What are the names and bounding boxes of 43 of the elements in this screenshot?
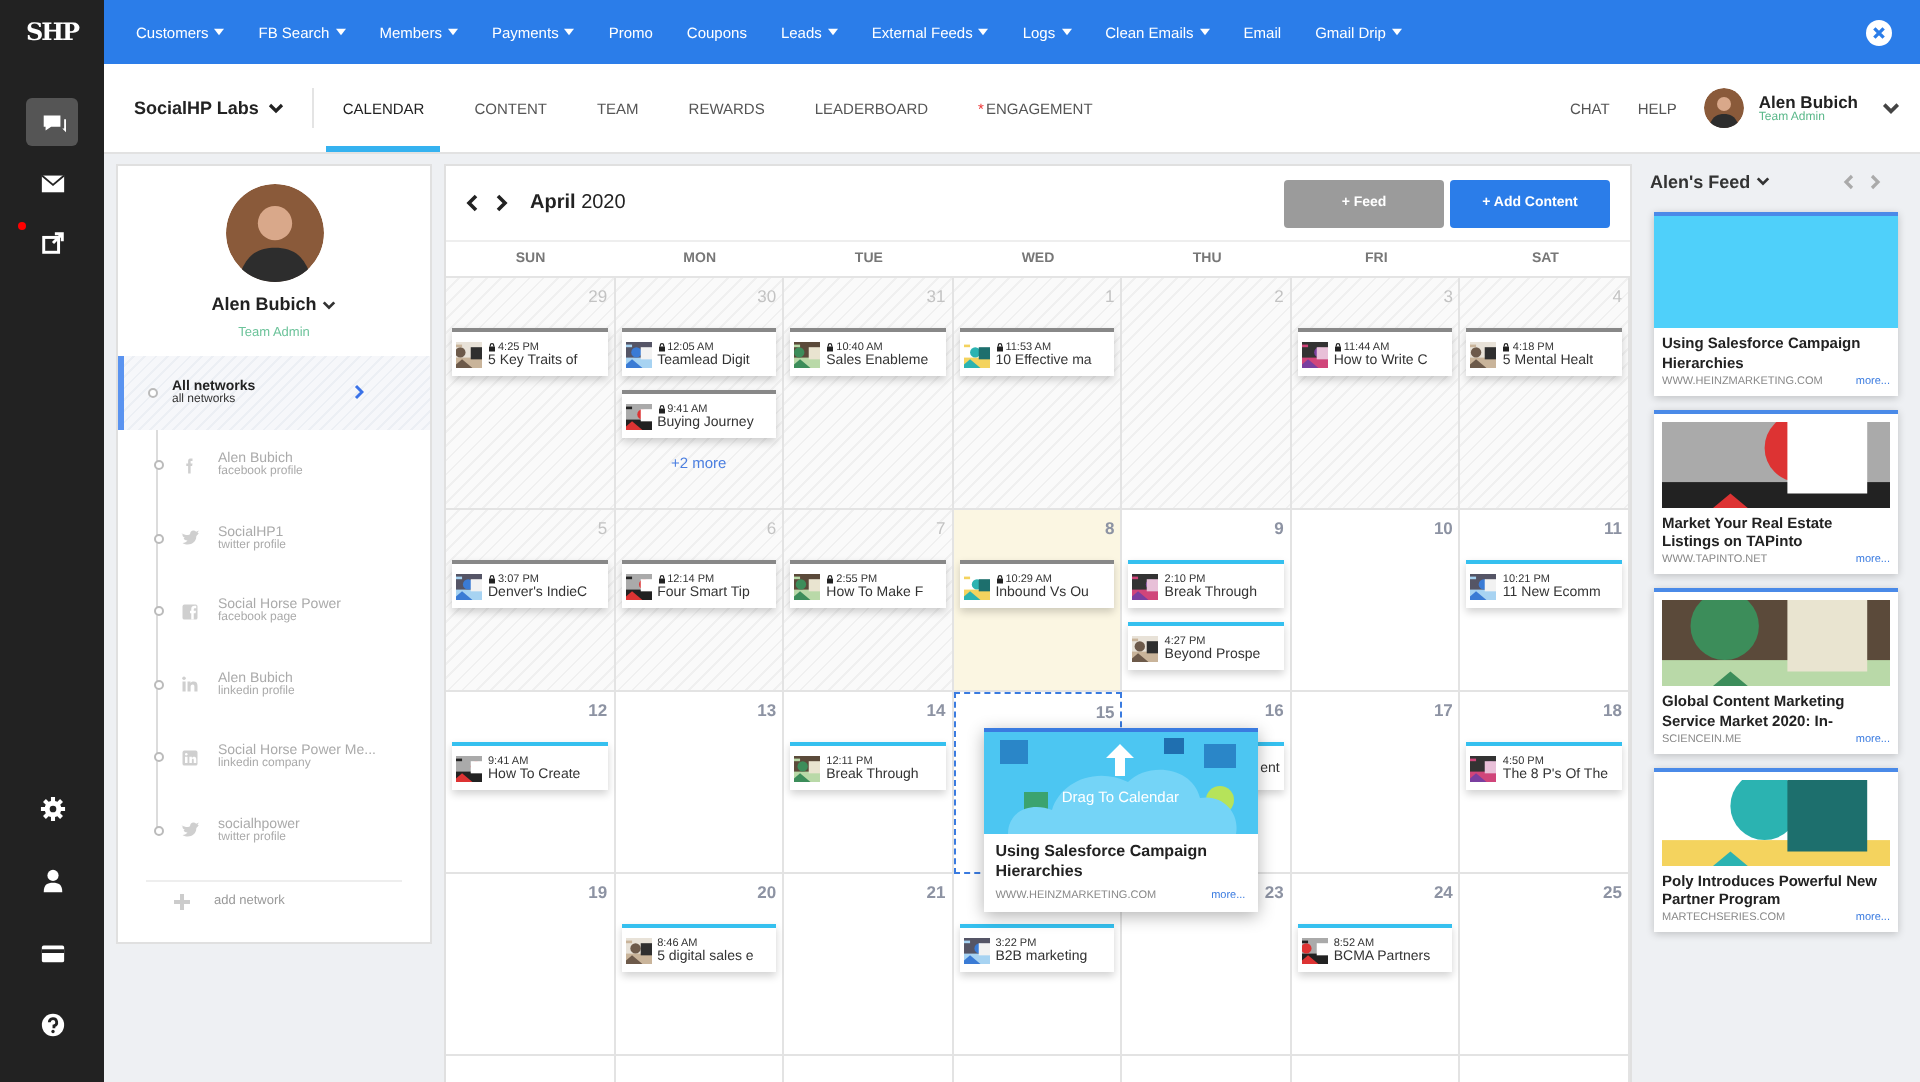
lock-icon xyxy=(488,574,496,584)
lock-icon xyxy=(488,342,496,352)
caret-icon xyxy=(335,28,346,36)
avatar[interactable] xyxy=(225,184,323,282)
feed-title[interactable]: Alen's Feed xyxy=(1650,171,1751,191)
lock-icon xyxy=(1502,342,1511,352)
caret-icon xyxy=(1756,176,1771,186)
facebook-square-icon xyxy=(180,601,200,622)
profile-name[interactable]: Alen Bubich xyxy=(211,294,317,314)
lock-icon xyxy=(657,342,666,352)
month-title: April 2020 xyxy=(530,192,626,214)
twitter-icon xyxy=(180,528,200,549)
caret-icon xyxy=(1061,28,1072,36)
caret-icon xyxy=(447,28,458,36)
user-name: Alen Bubich xyxy=(1758,92,1858,112)
lock-icon xyxy=(826,342,835,352)
chat-icon[interactable] xyxy=(26,98,78,146)
lock-icon xyxy=(1333,342,1342,352)
close-icon[interactable] xyxy=(1866,19,1892,45)
caret-icon xyxy=(322,299,337,309)
caret-icon xyxy=(214,28,225,36)
caret-icon xyxy=(1391,28,1402,36)
chevron-left-icon[interactable] xyxy=(466,194,478,212)
lock-icon xyxy=(657,574,666,584)
arrow-up-icon xyxy=(1101,742,1138,778)
caret-icon xyxy=(564,28,575,36)
linkedin-square-icon xyxy=(180,747,200,768)
chevron-right-icon xyxy=(354,384,364,401)
avatar[interactable] xyxy=(1704,88,1745,128)
twitter-icon xyxy=(180,820,200,841)
lock-icon xyxy=(657,404,666,414)
workspace-selector[interactable]: SocialHP Labs xyxy=(134,88,315,128)
caret-icon xyxy=(827,28,838,36)
caret-icon xyxy=(1882,102,1900,114)
caret-icon xyxy=(1199,28,1210,36)
lock-icon xyxy=(826,574,835,584)
lock-icon xyxy=(995,342,1004,352)
lock-icon xyxy=(995,574,1004,584)
caret-icon xyxy=(978,28,989,36)
caret-icon xyxy=(268,102,285,114)
linkedin-icon xyxy=(180,674,200,695)
chevron-right-icon[interactable] xyxy=(496,194,508,212)
logo[interactable]: SHP xyxy=(25,0,79,64)
